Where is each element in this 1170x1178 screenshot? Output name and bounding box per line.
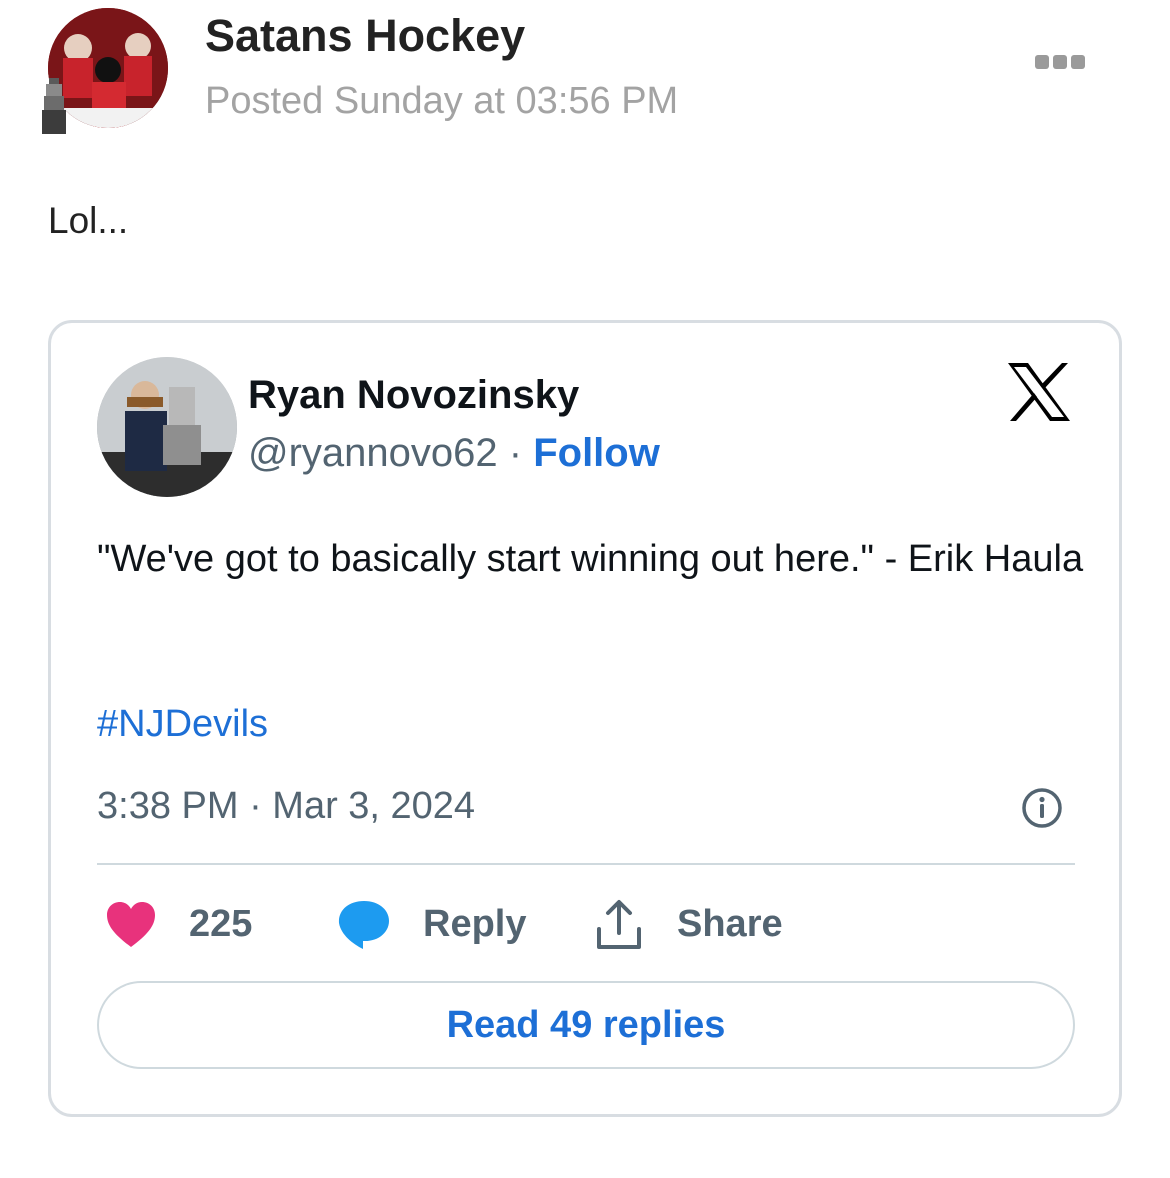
- handle-separator: ·: [497, 431, 534, 475]
- post-header: Satans Hockey Posted Sunday at 03:56 PM: [0, 0, 1170, 140]
- tweet-text: "We've got to basically start winning ou…: [97, 538, 1084, 580]
- tweet-author-name[interactable]: Ryan Novozinsky: [248, 373, 579, 418]
- comment-icon[interactable]: [337, 899, 391, 951]
- tweet-hashtag[interactable]: #NJDevils: [97, 703, 268, 746]
- tweet-author-handle[interactable]: @ryannovo62: [248, 431, 498, 475]
- follow-link[interactable]: Follow: [533, 431, 660, 475]
- author-avatar-container[interactable]: [40, 8, 170, 138]
- more-icon-dot: [1035, 55, 1049, 69]
- more-icon-dot: [1071, 55, 1085, 69]
- tweet-divider: [97, 863, 1075, 865]
- trophy-icon: [42, 78, 66, 134]
- heart-icon[interactable]: [105, 901, 157, 949]
- x-logo-icon[interactable]: [1006, 361, 1072, 423]
- post-body-text: Lol...: [48, 200, 129, 241]
- info-icon[interactable]: [1021, 787, 1063, 829]
- like-count: 225: [189, 903, 253, 945]
- post-author-name[interactable]: Satans Hockey: [205, 10, 525, 62]
- embedded-tweet: Ryan Novozinsky @ryannovo62 · Follow "We…: [48, 320, 1122, 1117]
- read-replies-button[interactable]: Read 49 replies: [97, 981, 1075, 1069]
- tweet-handle-row: @ryannovo62 · Follow: [248, 431, 660, 476]
- share-icon[interactable]: [595, 899, 643, 951]
- tweet-author-avatar[interactable]: [97, 357, 237, 497]
- more-options-button[interactable]: [1035, 55, 1087, 71]
- more-icon-dot: [1053, 55, 1067, 69]
- tweet-actions: 225 Reply Share: [97, 895, 1075, 955]
- reply-button[interactable]: Reply: [423, 903, 526, 946]
- post-timestamp: Posted Sunday at 03:56 PM: [205, 80, 679, 122]
- share-button[interactable]: Share: [677, 903, 783, 946]
- tweet-timestamp[interactable]: 3:38 PM · Mar 3, 2024: [97, 785, 475, 828]
